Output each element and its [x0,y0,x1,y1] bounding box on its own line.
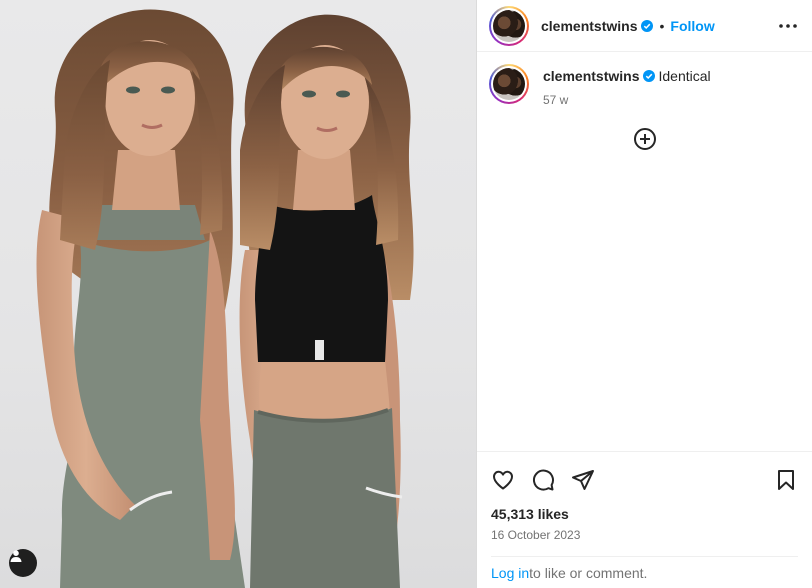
follow-button[interactable]: Follow [670,18,714,34]
author-avatar[interactable] [489,5,529,46]
twins-photo-illustration [36,9,414,588]
comment-icon[interactable] [531,468,555,492]
verified-badge-icon [641,19,654,32]
author-username[interactable]: clementstwins [541,18,637,34]
bookmark-icon[interactable] [774,468,798,492]
post-header: clementstwins • Follow [477,0,812,52]
login-prompt: Log in to like or comment. [491,556,798,588]
caption-avatar[interactable] [489,64,529,104]
heart-icon[interactable] [491,468,515,492]
post-date[interactable]: 16 October 2023 [491,528,798,542]
verified-badge-icon [643,70,656,82]
action-icons [491,460,798,500]
tagged-user-icon [10,550,22,562]
caption-username[interactable]: clementstwins [543,68,639,84]
post-side-panel: clementstwins • Follow clementstwins Ide… [476,0,812,588]
post-caption: clementstwins Identical 57 w [477,52,812,107]
login-prompt-text: to like or comment. [529,564,648,581]
login-link[interactable]: Log in [491,565,529,581]
share-icon[interactable] [571,468,595,492]
post-photo[interactable] [0,0,476,588]
separator-dot: • [659,17,665,34]
add-comment-icon[interactable] [633,127,657,151]
more-options-icon [779,23,797,28]
more-options-button[interactable] [776,14,800,38]
tagged-users-button[interactable] [9,549,37,577]
caption-text: Identical [658,68,711,84]
post-actions: 45,313 likes 16 October 2023 Log in to l… [477,451,812,588]
instagram-post: clementstwins • Follow clementstwins Ide… [0,0,812,588]
caption-time-ago[interactable]: 57 w [543,93,711,107]
likes-count[interactable]: 45,313 likes [491,506,798,522]
